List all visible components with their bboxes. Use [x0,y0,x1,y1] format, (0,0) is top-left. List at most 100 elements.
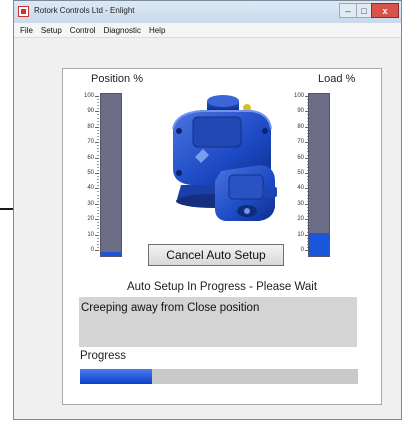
minor-tick-mark [97,120,99,122]
actuator-image [172,95,277,221]
maximize-button[interactable]: □ [356,3,371,18]
status-message: Creeping away from Close position [81,302,260,314]
minor-tick-mark [97,185,99,187]
tick-mark [95,111,99,113]
position-tick-label: 0 [90,247,94,253]
minor-tick-mark [97,105,99,107]
menu-help[interactable]: Help [149,26,165,35]
minor-tick-mark [97,200,99,202]
minor-tick-mark [97,182,99,184]
minor-tick-mark [97,102,99,104]
close-icon: x [382,5,388,16]
minor-tick-mark [97,160,99,162]
minor-tick-mark [97,216,99,218]
minor-tick-mark [97,117,99,119]
minor-tick-mark [97,222,99,224]
minor-tick-mark [97,99,99,101]
tick-mark [95,126,99,128]
minor-tick-mark [97,123,99,125]
menu-diagnostic[interactable]: Diagnostic [104,26,141,35]
load-tick-label: 40 [297,185,304,192]
close-button[interactable]: x [371,3,399,18]
position-tick-label: 10 [87,231,94,238]
position-tick-label: 40 [87,185,94,192]
load-tick-label: 30 [297,200,304,207]
position-tick-label: 30 [87,200,94,207]
minor-tick-mark [97,228,99,230]
minor-tick-mark [97,243,99,245]
minor-tick-mark [97,246,99,248]
position-tick-label: 80 [87,123,94,130]
load-tick-label: 10 [297,231,304,238]
menu-control[interactable]: Control [70,26,96,35]
tick-mark [95,219,99,221]
load-bar [308,93,330,257]
load-bar-fill [309,233,329,256]
maximize-icon: □ [361,5,367,16]
minor-tick-mark [97,145,99,147]
status-heading: Auto Setup In Progress - Please Wait [126,281,318,293]
position-tick-label: 90 [87,108,94,115]
load-gauge-title: Load % [318,73,356,85]
tick-mark [95,173,99,174]
load-tick-label: 0 [300,247,304,253]
menu-setup[interactable]: Setup [41,26,62,35]
minor-tick-mark [97,148,99,150]
position-tick-label: 60 [87,154,94,161]
minor-tick-mark [97,151,99,153]
load-tick-label: 80 [297,123,304,130]
tick-mark [95,250,99,251]
position-bar-fill [101,251,121,256]
minor-tick-mark [97,194,99,196]
minor-tick-mark [97,206,99,208]
minor-tick-mark [97,154,99,156]
minor-tick-mark [97,225,99,227]
minimize-button[interactable]: – [339,3,356,18]
minor-tick-mark [97,197,99,199]
load-tick-label: 100 [293,93,304,99]
title-bar: Rotork Controls Ltd - Enlight – □ x [14,1,401,23]
load-tick-label: 90 [297,108,304,115]
progress-bar [80,369,358,384]
minor-tick-mark [97,231,99,233]
menu-file[interactable]: File [20,26,33,35]
load-tick-label: 50 [297,170,304,176]
tick-mark [95,142,99,144]
cancel-auto-setup-button[interactable]: Cancel Auto Setup [148,244,284,266]
window-title: Rotork Controls Ltd - Enlight [34,6,135,15]
load-scale: 100 90 80 70 60 50 40 30 20 10 0 [283,93,309,255]
minor-tick-mark [97,129,99,131]
tick-mark [95,96,99,97]
minor-tick-mark [97,169,99,171]
tick-mark [95,234,99,236]
minor-tick-mark [97,240,99,242]
minor-tick-mark [97,209,99,211]
minor-tick-mark [97,191,99,193]
minor-tick-mark [97,163,99,165]
minor-tick-mark [97,136,99,138]
progress-bar-fill [80,369,153,384]
app-window: Rotork Controls Ltd - Enlight – □ x File… [13,0,402,420]
minor-tick-mark [97,114,99,116]
minor-tick-mark [97,213,99,215]
minimize-icon: – [345,5,351,16]
load-tick-label: 60 [297,154,304,161]
tick-mark [95,188,99,190]
minor-tick-mark [97,132,99,134]
position-bar [100,93,122,257]
minor-tick-mark [97,176,99,178]
minor-tick-mark [97,179,99,181]
load-tick-label: 70 [297,139,304,146]
progress-label: Progress [80,350,127,362]
status-message-box: Creeping away from Close position [79,297,357,347]
minor-tick-mark [97,139,99,141]
tick-mark [95,203,99,205]
position-tick-label: 20 [87,216,94,223]
position-scale: 100 90 80 70 60 50 40 30 20 10 0 [73,93,99,255]
minor-tick-mark [97,237,99,239]
app-icon [18,6,29,17]
position-tick-label: 50 [87,170,94,176]
load-tick-label: 20 [297,216,304,223]
position-gauge-title: Position % [91,73,143,85]
tick-mark [95,157,99,159]
